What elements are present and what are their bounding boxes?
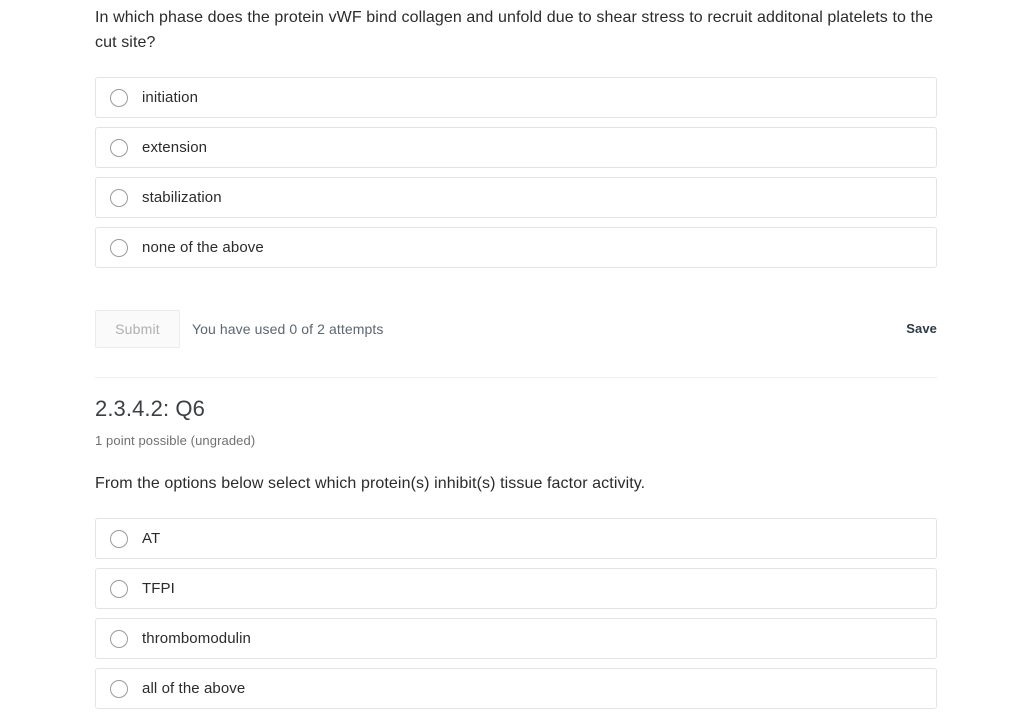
option-label: all of the above xyxy=(142,679,246,697)
points-possible-text: 1 point possible (ungraded) xyxy=(95,433,256,448)
option-label: TFPI xyxy=(142,579,175,597)
page-title: 2.3.4.2: Q6 xyxy=(95,396,205,421)
radio-button-icon[interactable] xyxy=(110,629,128,648)
radio-button-icon[interactable] xyxy=(110,188,128,207)
question-block-1: In which phase does the protein vWF bind… xyxy=(95,0,937,348)
option-row[interactable]: AT xyxy=(95,518,937,559)
attempts-status-text: You have used 0 of 2 attempts xyxy=(192,321,384,337)
option-label: extension xyxy=(142,138,208,156)
radio-button-icon[interactable] xyxy=(110,529,128,548)
content-column: In which phase does the protein vWF bind… xyxy=(95,0,937,718)
option-row[interactable]: TFPI xyxy=(95,568,937,609)
option-row[interactable]: none of the above xyxy=(95,227,937,268)
option-row[interactable]: stabilization xyxy=(95,177,937,218)
option-label: none of the above xyxy=(142,238,264,256)
option-row[interactable]: thrombomodulin xyxy=(95,618,937,659)
option-label: thrombomodulin xyxy=(142,629,251,647)
radio-button-icon[interactable] xyxy=(110,138,128,157)
option-row[interactable]: initiation xyxy=(95,77,937,118)
question-2-prompt: From the options below select which prot… xyxy=(95,475,646,492)
option-label: AT xyxy=(142,529,161,547)
option-label: initiation xyxy=(142,88,199,106)
radio-button-icon[interactable] xyxy=(110,88,128,107)
option-label: stabilization xyxy=(142,188,222,206)
submit-bar: Submit You have used 0 of 2 attempts Sav… xyxy=(95,310,937,348)
submit-button[interactable]: Submit xyxy=(95,310,180,348)
question-2-option-list: AT TFPI thrombomodulin all of the above xyxy=(95,518,937,709)
option-row[interactable]: all of the above xyxy=(95,668,937,709)
option-row[interactable]: extension xyxy=(95,127,937,168)
question-1-option-list: initiation extension stabilization none … xyxy=(95,77,937,268)
question-1-prompt: In which phase does the protein vWF bind… xyxy=(95,9,934,51)
radio-button-icon[interactable] xyxy=(110,679,128,698)
question-block-2: 2.3.4.2: Q6 1 point possible (ungraded) … xyxy=(95,378,937,709)
save-button[interactable]: Save xyxy=(906,321,937,336)
radio-button-icon[interactable] xyxy=(110,579,128,598)
assessment-page: In which phase does the protein vWF bind… xyxy=(0,0,1024,723)
radio-button-icon[interactable] xyxy=(110,238,128,257)
